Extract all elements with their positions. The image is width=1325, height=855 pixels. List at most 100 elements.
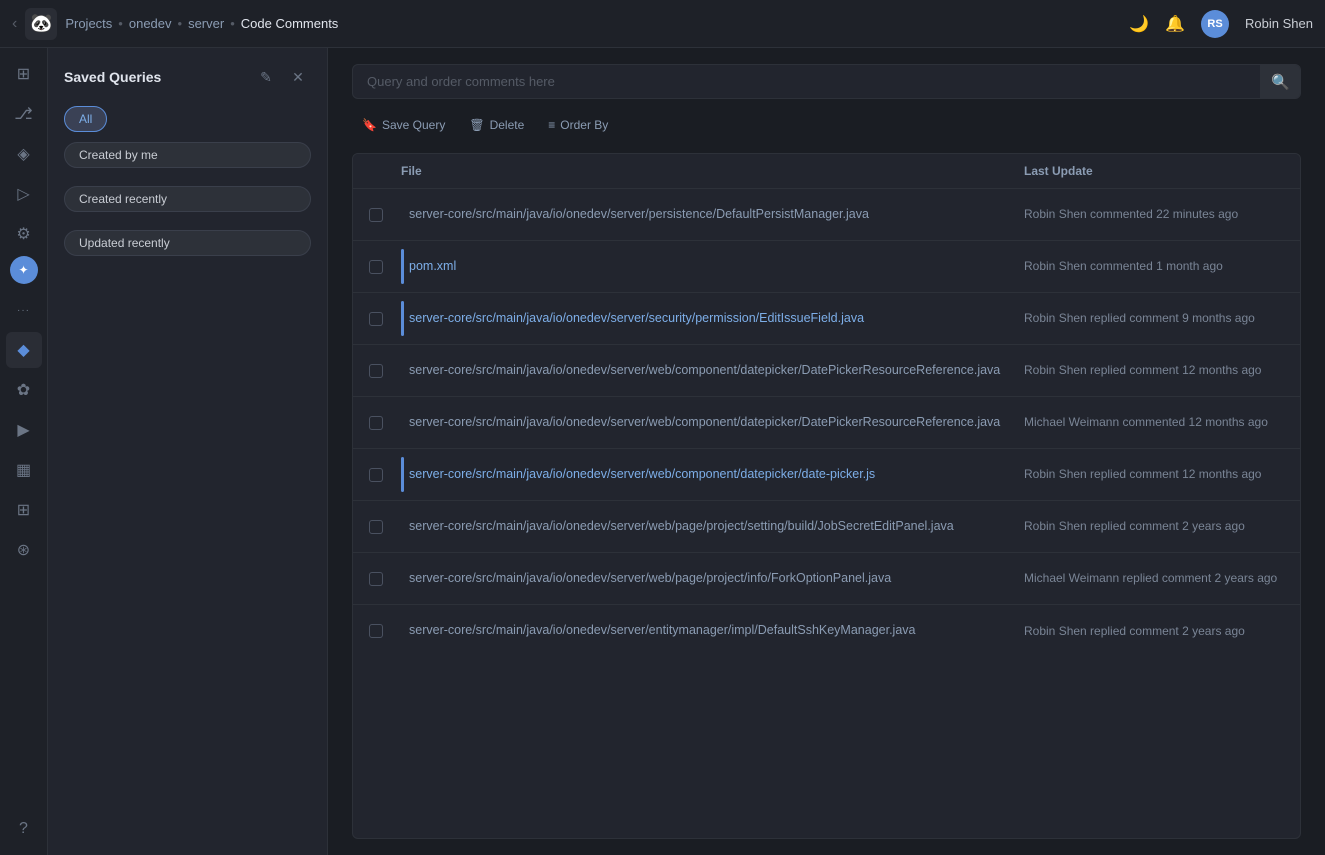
table-row: server-core/src/main/java/io/onedev/serv… bbox=[353, 397, 1300, 449]
saved-queries-panel: Saved Queries ✎ ✕ All Created by me Crea… bbox=[48, 48, 328, 855]
sidebar-icon-grid[interactable]: ⊞ bbox=[6, 492, 42, 528]
row-checkbox[interactable] bbox=[369, 520, 383, 534]
filter-all-button[interactable]: All bbox=[64, 106, 107, 132]
sidebar-icon-brand[interactable]: ✦ bbox=[10, 256, 38, 284]
row-update-cell: Robin Shen replied comment 12 months ago bbox=[1024, 345, 1284, 396]
row-checkbox-cell bbox=[369, 553, 401, 604]
table-row: server-core/src/main/java/io/onedev/serv… bbox=[353, 345, 1300, 397]
file-name[interactable]: server-core/src/main/java/io/onedev/serv… bbox=[409, 518, 954, 536]
file-accent bbox=[401, 457, 404, 492]
row-checkbox[interactable] bbox=[369, 208, 383, 222]
sidebar-icon-settings[interactable]: ⚙ bbox=[6, 216, 42, 252]
sidebar-icon-dots[interactable]: ··· bbox=[6, 292, 42, 328]
panel-title: Saved Queries bbox=[64, 69, 161, 85]
row-checkbox[interactable] bbox=[369, 416, 383, 430]
row-update-cell: Robin Shen replied comment 2 years ago bbox=[1024, 605, 1284, 657]
table-row: server-core/src/main/java/io/onedev/serv… bbox=[353, 189, 1300, 241]
row-checkbox-cell bbox=[369, 293, 401, 344]
sidebar-icon-filter[interactable]: ⊛ bbox=[6, 532, 42, 568]
sidebar-icon-git2[interactable]: ◆ bbox=[6, 332, 42, 368]
sidebar-icon-help[interactable]: ? bbox=[6, 811, 42, 847]
sidebar-icon-play[interactable]: ▶ bbox=[6, 412, 42, 448]
order-by-icon: ≡ bbox=[548, 118, 555, 132]
filter-updated-recently-button[interactable]: Updated recently bbox=[64, 230, 311, 256]
search-bar: 🔍 bbox=[352, 64, 1301, 99]
edit-queries-button[interactable]: ✎ bbox=[253, 64, 279, 90]
user-name: Robin Shen bbox=[1245, 16, 1313, 31]
file-name[interactable]: server-core/src/main/java/io/onedev/serv… bbox=[409, 206, 869, 224]
search-button[interactable]: 🔍 bbox=[1260, 65, 1300, 98]
table-row: server-core/src/main/java/io/onedev/serv… bbox=[353, 553, 1300, 605]
app-logo: 🐼 bbox=[25, 8, 57, 40]
panel-actions: ✎ ✕ bbox=[253, 64, 311, 90]
row-update-cell: Michael Weimann replied comment 2 years … bbox=[1024, 553, 1284, 604]
table-row: server-core/src/main/java/io/onedev/serv… bbox=[353, 605, 1300, 657]
row-file-cell: server-core/src/main/java/io/onedev/serv… bbox=[401, 605, 1024, 657]
sep2: • bbox=[178, 16, 183, 31]
sidebar-icon-dashboard[interactable]: ⊞ bbox=[6, 56, 42, 92]
breadcrumb-current: Code Comments bbox=[241, 16, 339, 31]
sidebar-icon-issues[interactable]: ◈ bbox=[6, 136, 42, 172]
sidebar-icon-chart[interactable]: ▦ bbox=[6, 452, 42, 488]
row-checkbox-cell bbox=[369, 397, 401, 448]
nav-left: ‹ 🐼 Projects • onedev • server • Code Co… bbox=[12, 8, 1129, 40]
table-row: server-core/src/main/java/io/onedev/serv… bbox=[353, 293, 1300, 345]
row-file-cell: server-core/src/main/java/io/onedev/serv… bbox=[401, 449, 1024, 500]
sidebar-icon-test[interactable]: ✿ bbox=[6, 372, 42, 408]
delete-icon: 🗑 bbox=[469, 118, 484, 132]
row-checkbox-cell bbox=[369, 345, 401, 396]
file-name[interactable]: server-core/src/main/java/io/onedev/serv… bbox=[409, 310, 864, 328]
breadcrumb-server[interactable]: server bbox=[188, 16, 224, 31]
icon-sidebar: ⊞ ⎇ ◈ ▷ ⚙ ✦ ··· ◆ ✿ ▶ ▦ ⊞ ⊛ ? bbox=[0, 48, 48, 855]
header-checkbox-col bbox=[369, 164, 401, 178]
file-name[interactable]: server-core/src/main/java/io/onedev/serv… bbox=[409, 570, 891, 588]
breadcrumb: Projects • onedev • server • Code Commen… bbox=[65, 16, 338, 31]
sep1: • bbox=[118, 16, 123, 31]
toolbar: 🔖 Save Query 🗑 Delete ≡ Order By bbox=[352, 113, 1301, 137]
header-file-col: File bbox=[401, 164, 1024, 178]
order-by-button[interactable]: ≡ Order By bbox=[538, 113, 618, 137]
file-name[interactable]: server-core/src/main/java/io/onedev/serv… bbox=[409, 466, 875, 484]
row-file-cell: server-core/src/main/java/io/onedev/serv… bbox=[401, 397, 1024, 448]
row-checkbox[interactable] bbox=[369, 364, 383, 378]
filter-created-recently-button[interactable]: Created recently bbox=[64, 186, 311, 212]
table-row: server-core/src/main/java/io/onedev/serv… bbox=[353, 449, 1300, 501]
panel-header: Saved Queries ✎ ✕ bbox=[64, 64, 311, 90]
row-checkbox-cell bbox=[369, 605, 401, 657]
row-checkbox[interactable] bbox=[369, 468, 383, 482]
file-name[interactable]: server-core/src/main/java/io/onedev/serv… bbox=[409, 362, 1000, 380]
file-name[interactable]: pom.xml bbox=[409, 258, 456, 276]
row-update-cell: Robin Shen replied comment 9 months ago bbox=[1024, 293, 1284, 344]
file-name[interactable]: server-core/src/main/java/io/onedev/serv… bbox=[409, 414, 1000, 432]
row-checkbox-cell bbox=[369, 449, 401, 500]
breadcrumb-onedev[interactable]: onedev bbox=[129, 16, 172, 31]
file-name[interactable]: server-core/src/main/java/io/onedev/serv… bbox=[409, 622, 915, 640]
row-checkbox[interactable] bbox=[369, 572, 383, 586]
sep3: • bbox=[230, 16, 235, 31]
table-header: File Last Update bbox=[353, 154, 1300, 189]
notifications-icon[interactable]: 🔔 bbox=[1165, 14, 1185, 34]
close-queries-button[interactable]: ✕ bbox=[285, 64, 311, 90]
delete-button[interactable]: 🗑 Delete bbox=[459, 113, 534, 137]
row-update-cell: Robin Shen commented 1 month ago bbox=[1024, 241, 1284, 292]
sidebar-icon-git[interactable]: ⎇ bbox=[6, 96, 42, 132]
file-accent bbox=[401, 301, 404, 336]
row-file-cell: server-core/src/main/java/io/onedev/serv… bbox=[401, 293, 1024, 344]
search-input[interactable] bbox=[353, 65, 1260, 98]
avatar[interactable]: RS bbox=[1201, 10, 1229, 38]
row-update-cell: Michael Weimann commented 12 months ago bbox=[1024, 397, 1284, 448]
save-query-icon: 🔖 bbox=[362, 118, 377, 132]
row-checkbox-cell bbox=[369, 189, 401, 240]
theme-toggle-icon[interactable]: 🌙 bbox=[1129, 14, 1149, 34]
row-checkbox[interactable] bbox=[369, 260, 383, 274]
breadcrumb-projects[interactable]: Projects bbox=[65, 16, 112, 31]
row-file-cell: server-core/src/main/java/io/onedev/serv… bbox=[401, 345, 1024, 396]
row-checkbox[interactable] bbox=[369, 312, 383, 326]
row-checkbox[interactable] bbox=[369, 624, 383, 638]
sidebar-icon-pipeline[interactable]: ▷ bbox=[6, 176, 42, 212]
table-row: server-core/src/main/java/io/onedev/serv… bbox=[353, 501, 1300, 553]
save-query-button[interactable]: 🔖 Save Query bbox=[352, 113, 455, 137]
nav-expand-icon[interactable]: ‹ bbox=[12, 15, 17, 33]
delete-label: Delete bbox=[490, 118, 525, 132]
filter-created-by-me-button[interactable]: Created by me bbox=[64, 142, 311, 168]
